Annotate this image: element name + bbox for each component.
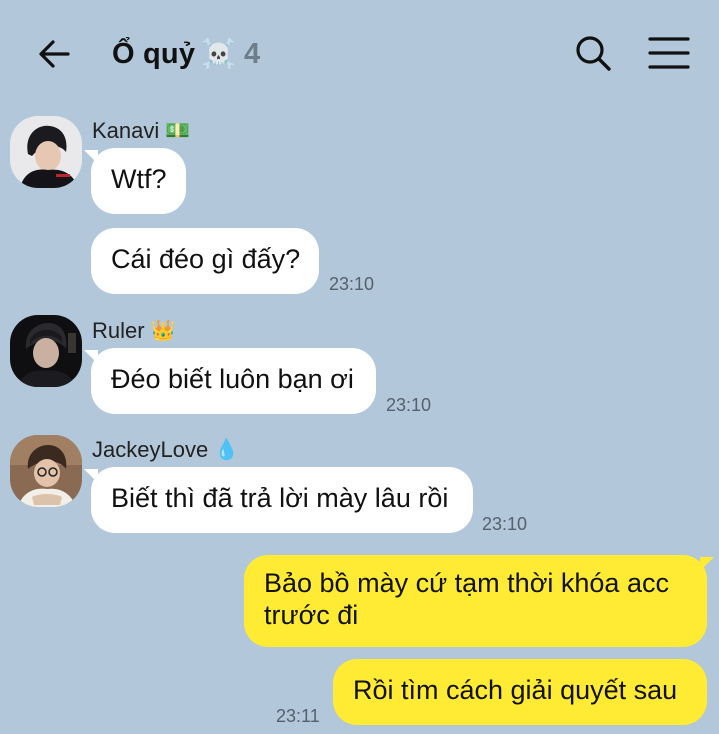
sender-name-jackeylove: JackeyLove 💧 [92, 437, 239, 463]
skull-emoji-icon: ☠️ [201, 38, 237, 69]
message-text: Cái đéo gì đấy? [111, 244, 301, 274]
avatar-jackeylove[interactable] [10, 435, 82, 507]
sender-label: JackeyLove [92, 437, 209, 462]
message-text: Biết thì đã trả lời mày lâu rồi [111, 483, 449, 513]
message-bubble[interactable]: Cái đéo gì đấy? [91, 228, 319, 294]
message-text: Wtf? [111, 164, 167, 194]
avatar-kanavi[interactable] [10, 116, 82, 188]
sender-label: Ruler [92, 318, 145, 343]
message-bubble-outgoing[interactable]: Bảo bồ mày cứ tạm thời khóa acc trước đi [244, 555, 707, 647]
message-bubble[interactable]: Biết thì đã trả lời mày lâu rồi [91, 467, 473, 533]
chat-title-group[interactable]: Ổ quỷ ☠️ 4 [112, 32, 260, 76]
droplet-emoji-icon: 💧 [214, 439, 240, 461]
member-count: 4 [244, 37, 261, 70]
message-text: Rồi tìm cách giải quyết sau [353, 675, 678, 705]
avatar-ruler[interactable] [10, 315, 82, 387]
hamburger-menu-icon[interactable] [648, 36, 690, 70]
search-icon[interactable] [574, 34, 612, 72]
arrow-left-icon[interactable] [34, 34, 74, 74]
chat-header: Ổ quỷ ☠️ 4 [0, 0, 719, 105]
bubble-tail [700, 557, 714, 571]
message-timestamp: 23:10 [386, 395, 432, 415]
sender-label: Kanavi [92, 118, 160, 143]
message-bubble-outgoing[interactable]: Rồi tìm cách giải quyết sau [333, 659, 707, 725]
money-emoji-icon: 💵 [165, 120, 191, 142]
message-bubble[interactable]: Đéo biết luôn bạn ơi [91, 348, 376, 414]
message-timestamp: 23:10 [482, 514, 528, 534]
crown-emoji-icon: 👑 [150, 320, 176, 342]
sender-name-ruler: Ruler 👑 [92, 318, 175, 344]
message-timestamp: 23:11 [276, 706, 320, 726]
chat-title: Ổ quỷ [112, 37, 196, 70]
message-text: trước đi [264, 600, 359, 630]
message-bubble[interactable]: Wtf? [91, 148, 186, 214]
sender-name-kanavi: Kanavi 💵 [92, 118, 190, 144]
message-timestamp: 23:10 [329, 274, 375, 294]
message-text: Bảo bồ mày cứ tạm thời khóa acc [264, 568, 669, 598]
message-text: Đéo biết luôn bạn ơi [111, 364, 354, 394]
